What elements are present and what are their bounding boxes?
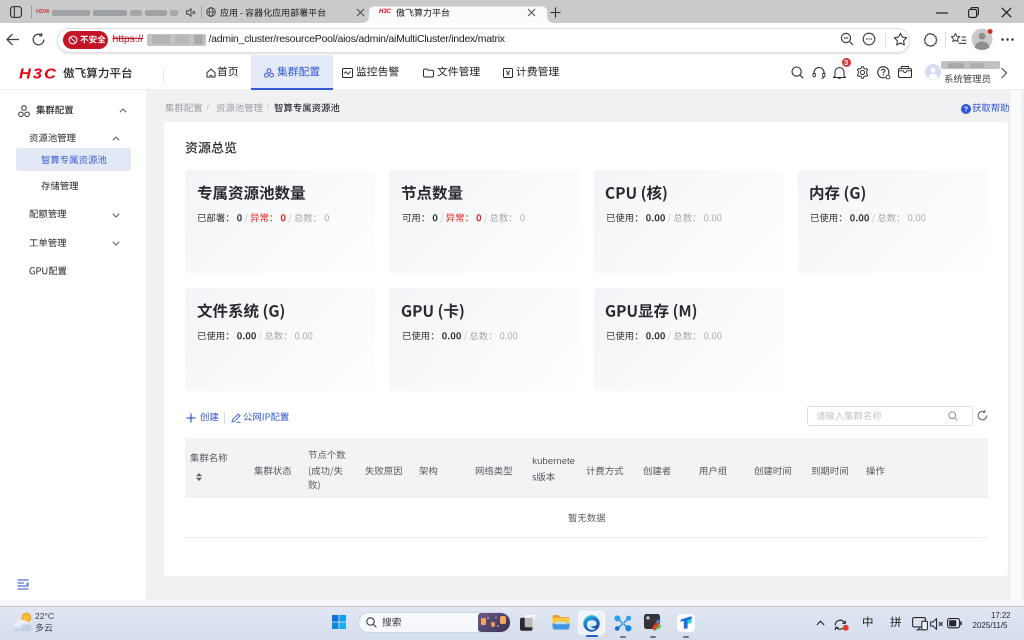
svg-text:?: ?: [964, 106, 968, 113]
